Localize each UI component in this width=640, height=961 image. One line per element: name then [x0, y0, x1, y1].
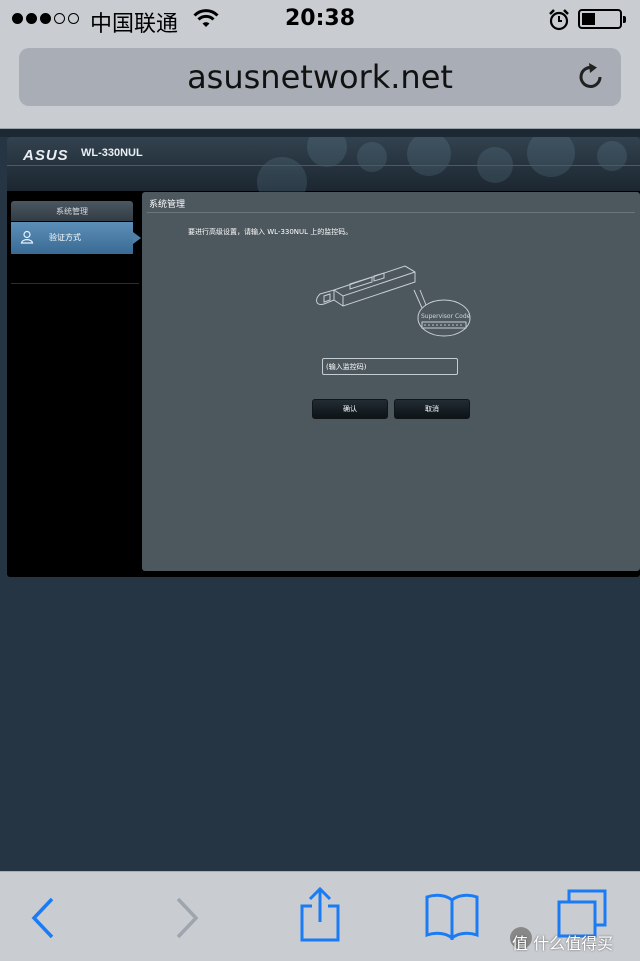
address-bar[interactable]: asusnetwork.net: [19, 48, 621, 106]
status-time: 20:38: [284, 6, 356, 31]
supervisor-code-illustration: Supervisor Code: [316, 265, 471, 337]
router-admin-frame: ASUS WL-330NUL 系统管理 验证方式 系统管理 要进行高级设置，请输…: [7, 137, 640, 577]
battery-icon: [578, 9, 626, 29]
status-bar: 中国联通 20:38: [0, 0, 640, 40]
router-header: ASUS WL-330NUL: [7, 137, 640, 207]
divider: [11, 283, 139, 284]
url-text[interactable]: asusnetwork.net: [19, 58, 621, 96]
browser-toolbar: 值 什么值得买: [0, 871, 640, 961]
system-admin-panel: 系统管理 要进行高级设置，请输入 WL-330NUL 上的监控码。 Superv…: [142, 192, 640, 571]
back-icon[interactable]: [30, 896, 58, 940]
share-icon[interactable]: [298, 886, 342, 942]
forward-icon[interactable]: [172, 896, 200, 940]
supervisor-code-input[interactable]: [322, 358, 458, 375]
panel-title: 系统管理: [149, 200, 186, 210]
watermark-text: 值 什么值得买: [512, 934, 614, 953]
sidebar-item-label: 验证方式: [49, 233, 81, 242]
bookmarks-icon[interactable]: [424, 892, 480, 940]
cancel-button[interactable]: 取消: [394, 399, 470, 419]
alarm-icon: [549, 9, 569, 31]
instruction-text: 要进行高级设置，请输入 WL-330NUL 上的监控码。: [188, 228, 353, 236]
user-icon: [20, 230, 34, 244]
confirm-button[interactable]: 确认: [312, 399, 388, 419]
sidebar-section-title: 系统管理: [11, 201, 133, 221]
sidebar-item-auth-method[interactable]: 验证方式: [11, 222, 141, 254]
router-model: WL-330NUL: [81, 147, 143, 159]
divider: [147, 212, 635, 213]
illustration-label: Supervisor Code: [421, 313, 471, 320]
web-content: ASUS WL-330NUL 系统管理 验证方式 系统管理 要进行高级设置，请输…: [0, 129, 640, 871]
browser-address-bar-area: asusnetwork.net: [0, 40, 640, 129]
asus-logo: ASUS: [23, 147, 69, 164]
reload-icon[interactable]: [574, 60, 608, 94]
